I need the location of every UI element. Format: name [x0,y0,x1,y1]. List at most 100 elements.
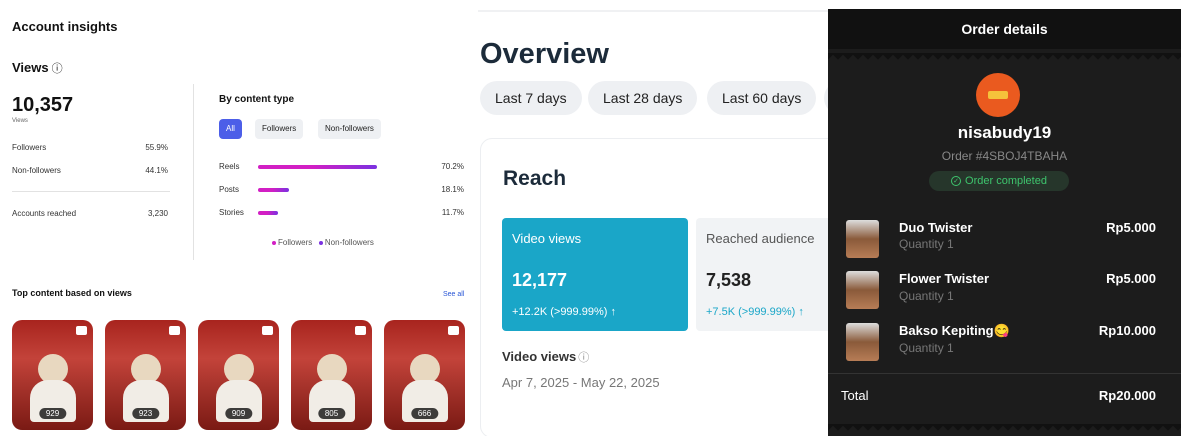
view-count: 909 [224,408,253,419]
zigzag-edge-bottom [828,424,1181,432]
total-divider [828,373,1181,374]
range-last-60-days[interactable]: Last 60 days [707,81,817,115]
view-count: 666 [410,408,439,419]
status-badge: ✓ Order completed [929,171,1069,191]
zigzag-edge [828,53,1181,61]
reached-audience-tile[interactable]: Reached audience 7,538 +7.5K (>999.99%) … [696,218,828,331]
legend-non-followers: Non-followers [324,238,374,247]
section-label: Video views [502,349,577,364]
tile-delta: +12.2K (>999.99%) ↑ [512,306,616,318]
top-content-title: Top content based on views [12,288,132,298]
video-views-section-heading: Video views ⓘ [502,349,589,365]
column-divider [193,84,194,260]
order-number: Order #4SBOJ4TBAHA [941,149,1068,163]
top-content-thumb[interactable]: 805 [291,320,372,430]
page-title: Account insights [12,19,118,34]
range-last-28-days[interactable]: Last 28 days [588,81,698,115]
content-type-row-reels: Reels 70.2% [219,162,464,172]
see-all-link[interactable]: See all [443,291,464,298]
product-price: Rp10.000 [1098,323,1156,338]
content-type-bar [258,165,378,169]
content-type-bar [258,188,289,192]
top-content-thumb[interactable]: 929 [12,320,93,430]
view-count: 923 [131,408,160,419]
filter-chip-all[interactable]: All [219,119,242,139]
content-type-row-posts: Posts 18.1% [219,185,464,195]
range-last-7-days[interactable]: Last 7 days [480,81,582,115]
content-type-row-stories: Stories 11.7% [219,208,464,218]
product-quantity: Quantity 1 [899,341,954,355]
reel-icon [76,326,87,335]
followers-pct: 55.9% [145,143,168,152]
total-label: Total [841,388,869,403]
reel-icon [355,326,366,335]
content-type-pct: 18.1% [441,185,464,194]
nonfollowers-pct: 44.1% [145,166,168,175]
tile-delta: +7.5K (>999.99%) ↑ [706,306,804,318]
reel-icon [262,326,273,335]
product-image [846,220,879,258]
total-value: Rp20.000 [1098,388,1156,403]
content-type-pct: 11.7% [441,208,464,217]
overview-panel: Overview Last 7 days Last 28 days Last 6… [478,0,828,436]
reel-icon [448,326,459,335]
nonfollowers-row: Non-followers 44.1% [12,166,168,175]
video-views-tile[interactable]: Video views 12,177 +12.2K (>999.99%) ↑ [502,218,688,331]
accounts-reached-value: 3,230 [147,209,168,218]
product-image [846,323,879,361]
content-type-legend: Followers Non-followers [272,238,374,247]
filter-chip-followers[interactable]: Followers [255,119,304,139]
content-type-label: Reels [219,162,240,171]
views-label: Views [12,60,49,75]
legend-dot-non-followers [318,240,323,245]
product-quantity: Quantity 1 [899,237,954,251]
username: nisabudy19 [957,123,1052,142]
screenshot-collage: Account insights Views ⓘ 10,357 Views Fol… [0,0,1181,436]
divider [12,191,170,192]
legend-dot-followers [272,240,276,245]
overview-title: Overview [480,38,609,70]
filter-chip-non-followers[interactable]: Non-followers [318,119,381,139]
tile-label: Video views [512,231,582,246]
accounts-reached-row: Accounts reached 3,230 [12,209,168,218]
view-count: 805 [317,408,346,419]
shop-avatar [976,73,1020,117]
reel-icon [169,326,180,335]
info-icon[interactable]: ⓘ [578,352,589,364]
view-count: 929 [38,408,67,419]
top-content-thumb[interactable]: 666 [384,320,465,430]
tile-value: 12,177 [512,270,568,290]
product-name: Flower Twister [899,271,990,286]
product-quantity: Quantity 1 [899,289,954,303]
top-content-thumb[interactable]: 923 [105,320,186,430]
by-content-type-title: By content type [219,94,295,105]
followers-label: Followers [12,143,47,152]
product-name: Duo Twister [899,220,973,235]
reach-title: Reach [503,167,567,190]
nonfollowers-label: Non-followers [12,166,61,175]
content-type-pct: 70.2% [441,162,464,171]
check-circle-icon: ✓ [951,176,962,187]
content-type-bar [258,211,278,215]
product-image [846,271,879,309]
legend-followers: Followers [278,238,313,247]
tile-value: 7,538 [706,270,752,290]
shop-logo [988,91,1008,99]
account-insights-panel: Account insights Views ⓘ 10,357 Views Fol… [0,0,478,436]
info-icon[interactable]: ⓘ [52,63,63,75]
accounts-reached-label: Accounts reached [12,209,77,218]
content-type-label: Stories [219,208,244,217]
order-details-header: Order details [828,9,1181,49]
views-total: 10,357 [12,94,74,116]
top-divider [478,10,828,12]
followers-row: Followers 55.9% [12,143,168,152]
product-name: Bakso Kepiting😋 [899,323,1010,338]
order-details-panel: Order details nisabudy19 Order #4SBOJ4TB… [828,9,1181,436]
status-text: Order completed [965,175,1047,187]
product-price: Rp5.000 [1106,271,1156,286]
tile-label: Reached audience [706,231,815,246]
top-content-thumb[interactable]: 909 [198,320,279,430]
date-range: Apr 7, 2025 - May 22, 2025 [502,375,660,390]
views-sub-label: Views [12,118,28,124]
views-heading: Views ⓘ [12,60,63,76]
